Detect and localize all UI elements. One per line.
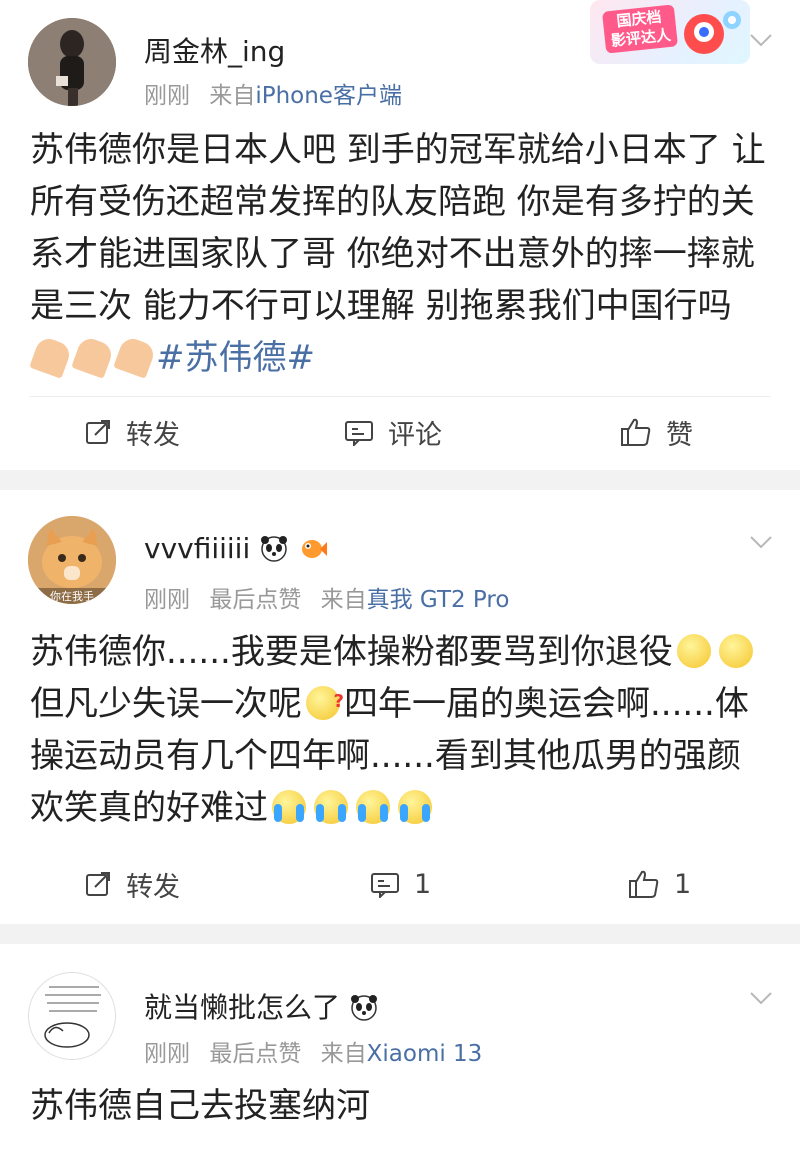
- last-liked-label: 最后点赞: [209, 587, 302, 613]
- hashtag-link[interactable]: #苏伟德#: [156, 338, 315, 378]
- post-meta: 刚刚 最后点赞 来自Xiaomi 13: [144, 1034, 482, 1068]
- pray-hands-emoji-icon: [29, 335, 73, 379]
- pray-hands-emoji-icon: [71, 335, 115, 379]
- post-source[interactable]: 真我 GT2 Pro: [367, 587, 510, 613]
- post-text-main: 苏伟德你是日本人吧 到手的冠军就给小日本了 让所有受伤还超常发挥的队友陪跑 你是…: [30, 130, 766, 326]
- source-prefix: 来自: [209, 83, 256, 109]
- like-button[interactable]: 赞: [620, 396, 693, 468]
- crying-emoji-icon: [356, 790, 390, 824]
- like-label: 赞: [666, 419, 693, 451]
- repost-button[interactable]: 转发: [84, 396, 180, 468]
- repost-label: 转发: [126, 871, 180, 903]
- action-bar: 转发 评论 赞: [0, 396, 800, 468]
- avatar[interactable]: 你在我手: [28, 516, 116, 604]
- share-icon: [86, 872, 110, 896]
- crying-emoji-icon: [272, 790, 306, 824]
- chevron-down-icon[interactable]: [748, 984, 774, 1010]
- comment-count: 1: [414, 868, 432, 900]
- comment-icon: [345, 421, 373, 446]
- like-button[interactable]: 1: [628, 848, 691, 920]
- movie-reviewer-badge[interactable]: 国庆档 影评达人: [590, 0, 750, 64]
- source-prefix: 来自: [320, 1041, 367, 1067]
- weibo-feed: 周金林_ing 刚刚 来自iPhone客户端 国庆档 影评达人 苏伟德你是日本人…: [0, 0, 800, 1163]
- badge-label: 国庆档 影评达人: [602, 4, 679, 54]
- crying-emoji-icon: [398, 790, 432, 824]
- post-meta: 刚刚 最后点赞 来自真我 GT2 Pro: [144, 580, 509, 614]
- thumbs-up-icon: [621, 418, 651, 446]
- post-card: 周金林_ing 刚刚 来自iPhone客户端 国庆档 影评达人 苏伟德你是日本人…: [0, 0, 800, 470]
- avatar-caption: 你在我手: [50, 589, 94, 603]
- goldfish-icon: [302, 540, 328, 558]
- mascot-icon: [684, 11, 741, 54]
- comment-icon: [371, 873, 399, 898]
- avatar-person-image: [28, 18, 116, 106]
- avatar[interactable]: [28, 972, 116, 1060]
- chevron-down-icon[interactable]: [748, 26, 774, 52]
- username-row: 就当懒批怎么了: [144, 986, 379, 1026]
- pray-hands-emoji-icon: [113, 335, 157, 379]
- thumbs-up-icon: [629, 870, 659, 898]
- post-text-part: 苏伟德你......我要是体操粉都要骂到你退役: [30, 632, 673, 672]
- username[interactable]: vvvfiiiiii: [144, 532, 250, 565]
- post-meta: 刚刚 来自iPhone客户端: [144, 76, 402, 110]
- post-text-part: 但凡少失误一次呢: [30, 684, 302, 724]
- repost-button[interactable]: 转发: [84, 848, 180, 920]
- post-source[interactable]: Xiaomi 13: [367, 1041, 483, 1067]
- crying-emoji-icon: [314, 790, 348, 824]
- avatar-cat-image: 你在我手: [28, 516, 116, 604]
- source-prefix: 来自: [320, 587, 367, 613]
- last-liked-label: 最后点赞: [209, 1041, 302, 1067]
- post-time: 刚刚: [144, 1041, 190, 1067]
- action-bar: 转发 1 1: [0, 848, 800, 920]
- post-card: 就当懒批怎么了 刚刚 最后点赞 来自Xiaomi 13 苏伟德自己去投塞纳河: [0, 944, 800, 1163]
- comment-label: 评论: [388, 419, 442, 451]
- avatar-comic-image: [29, 973, 115, 1059]
- smile-emoji-icon: [718, 634, 753, 668]
- username-row: vvvfiiiiii: [144, 532, 328, 565]
- username[interactable]: 周金林_ing: [144, 30, 285, 70]
- smile-emoji-icon: [676, 634, 711, 668]
- post-time: 刚刚: [144, 587, 190, 613]
- post-source[interactable]: iPhone客户端: [255, 83, 402, 109]
- post-text: 苏伟德你是日本人吧 到手的冠军就给小日本了 让所有受伤还超常发挥的队友陪跑 你是…: [29, 124, 770, 384]
- repost-label: 转发: [126, 419, 180, 451]
- panda-icon: [261, 536, 288, 562]
- like-count: 1: [674, 868, 692, 900]
- post-card: 你在我手 vvvfiiiiii 刚刚 最后点赞 来自真我 GT2 Pro 苏伟德…: [0, 490, 800, 924]
- comment-button[interactable]: 1: [370, 848, 431, 920]
- thinking-emoji-icon: [306, 676, 344, 728]
- post-text: 苏伟德你......我要是体操粉都要骂到你退役但凡少失误一次呢四年一届的奥运会啊…: [30, 626, 770, 834]
- username[interactable]: 就当懒批怎么了: [144, 991, 340, 1024]
- comment-button[interactable]: 评论: [344, 396, 442, 468]
- avatar[interactable]: [28, 18, 116, 106]
- panda-icon: [350, 995, 377, 1021]
- share-icon: [86, 420, 110, 444]
- post-time: 刚刚: [144, 83, 190, 109]
- post-text: 苏伟德自己去投塞纳河: [30, 1086, 370, 1126]
- chevron-down-icon[interactable]: [748, 528, 774, 554]
